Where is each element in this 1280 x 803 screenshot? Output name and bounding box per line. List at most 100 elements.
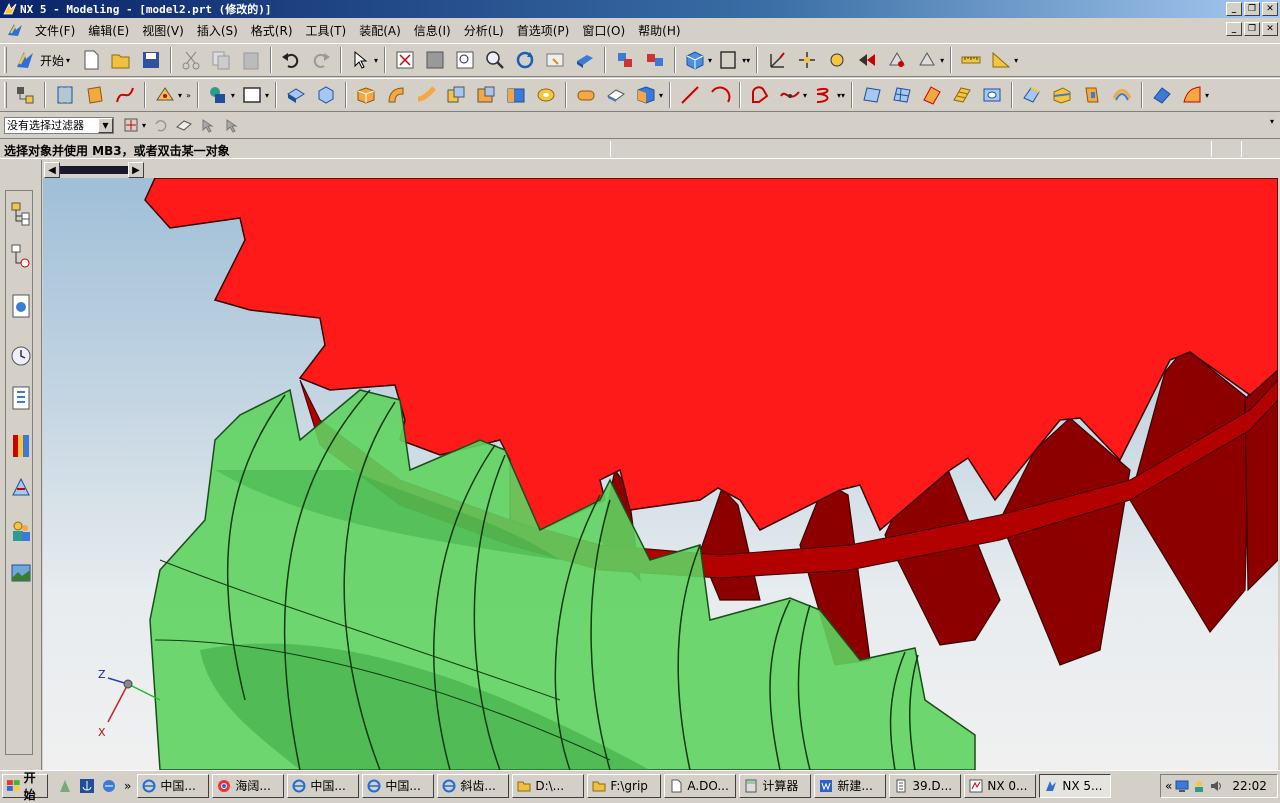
thicken-icon[interactable] — [1079, 82, 1105, 108]
chamfer-icon[interactable] — [603, 82, 629, 108]
extract-icon[interactable] — [1109, 82, 1135, 108]
menu-insert[interactable]: 插入(S) — [192, 22, 246, 39]
assembly-navigator-icon[interactable] — [9, 199, 33, 229]
ruled-icon[interactable] — [949, 82, 975, 108]
messenger-icon[interactable] — [1192, 779, 1206, 793]
task-button[interactable]: A.DO... — [664, 773, 737, 798]
model-view[interactable] — [43, 178, 1278, 770]
move-layer-icon[interactable] — [642, 47, 668, 73]
quicklaunch-browser-icon[interactable] — [99, 776, 119, 796]
helix-icon[interactable] — [811, 82, 837, 108]
selection-filter-dropdown[interactable]: 没有选择过滤器 ▼ — [4, 116, 114, 134]
render-style-icon[interactable] — [716, 47, 742, 73]
tray-expand-icon[interactable]: « — [1165, 779, 1172, 793]
basic-curves-icon[interactable] — [747, 82, 773, 108]
zoom-window-icon[interactable] — [422, 47, 448, 73]
start-menu-button[interactable]: 开始 — [2, 771, 48, 802]
document-icon[interactable] — [6, 22, 24, 38]
close-button[interactable]: ✕ — [1262, 2, 1278, 16]
task-button[interactable]: 海阔... — [212, 773, 285, 798]
spline-icon[interactable] — [777, 82, 803, 108]
copy-icon[interactable] — [208, 47, 234, 73]
swept-icon[interactable] — [383, 82, 409, 108]
cut-icon[interactable] — [178, 47, 204, 73]
minimize-button[interactable]: _ — [1226, 2, 1242, 16]
menu-format[interactable]: 格式(R) — [246, 22, 301, 39]
system-visualization-icon[interactable] — [9, 558, 33, 588]
part-navigator-tab-icon[interactable] — [9, 291, 33, 321]
constraint-navigator-icon[interactable] — [9, 241, 33, 271]
menu-assemblies[interactable]: 装配(A) — [354, 22, 409, 39]
new-file-icon[interactable] — [78, 47, 104, 73]
sketch-icon[interactable] — [52, 82, 78, 108]
menu-view[interactable]: 视图(V) — [137, 22, 192, 39]
doc-minimize-button[interactable]: _ — [1226, 22, 1242, 36]
quicklaunch-app-icon[interactable] — [55, 776, 75, 796]
face-analysis-icon[interactable] — [1149, 82, 1175, 108]
quicklaunch-more[interactable]: » — [124, 779, 131, 793]
menu-file[interactable]: 文件(F) — [30, 22, 83, 39]
line-icon[interactable] — [677, 82, 703, 108]
part-navigator-icon[interactable] — [12, 82, 38, 108]
graphics-window[interactable]: Z X — [43, 178, 1278, 770]
arc-icon[interactable] — [707, 82, 733, 108]
through-mesh-icon[interactable] — [889, 82, 915, 108]
volume-icon[interactable] — [1209, 779, 1223, 793]
task-button[interactable]: 中国... — [137, 773, 210, 798]
sketch-shape-icon[interactable] — [205, 82, 231, 108]
undo-icon[interactable] — [278, 47, 304, 73]
snap-point-icon[interactable] — [122, 116, 142, 134]
task-button[interactable]: F:\grip — [587, 773, 662, 798]
task-button[interactable]: NX 0... — [964, 773, 1037, 798]
history-icon[interactable] — [9, 341, 33, 371]
deselect-all-icon[interactable] — [174, 116, 194, 134]
curve-icon[interactable] — [112, 82, 138, 108]
measure-angle-icon[interactable] — [988, 47, 1014, 73]
revolve-icon[interactable] — [313, 82, 339, 108]
nx-app-icon[interactable] — [2, 2, 18, 16]
sew-icon[interactable] — [1019, 82, 1045, 108]
wcs-origin-icon[interactable] — [794, 47, 820, 73]
boolean-unite-icon[interactable] — [443, 82, 469, 108]
pan-icon[interactable] — [542, 47, 568, 73]
shell-icon[interactable] — [633, 82, 659, 108]
task-button[interactable]: 斜齿... — [437, 773, 510, 798]
offset-surface-icon[interactable] — [979, 82, 1005, 108]
reuse-library-icon[interactable] — [9, 383, 33, 413]
quicklaunch-anchor-icon[interactable] — [77, 776, 97, 796]
view-cube-icon[interactable] — [682, 47, 708, 73]
boolean-intersect-icon[interactable] — [503, 82, 529, 108]
task-button[interactable]: 39.D... — [889, 773, 962, 798]
network-icon[interactable] — [1175, 779, 1189, 793]
task-button[interactable]: D:\... — [512, 773, 585, 798]
palette-icon[interactable] — [9, 431, 33, 461]
shaded-view-icon[interactable] — [572, 47, 598, 73]
roles-icon[interactable] — [9, 516, 33, 546]
scroll-left-button[interactable]: ◀ — [44, 162, 60, 178]
process-studio-icon[interactable] — [9, 473, 33, 503]
datum-plane-icon[interactable] — [82, 82, 108, 108]
wcs-save-icon[interactable] — [914, 47, 940, 73]
scroll-track[interactable] — [60, 162, 128, 178]
scroll-right-button[interactable]: ▶ — [128, 162, 144, 178]
zoom-icon[interactable] — [482, 47, 508, 73]
quick-pick-icon[interactable] — [198, 116, 218, 134]
measure-distance-icon[interactable] — [958, 47, 984, 73]
menu-window[interactable]: 窗口(O) — [577, 22, 633, 39]
zoom-box-icon[interactable] — [452, 47, 478, 73]
open-folder-icon[interactable] — [108, 47, 134, 73]
start-button[interactable]: 开始 ▾ — [10, 49, 76, 71]
cursor-settings-icon[interactable] — [222, 116, 242, 134]
task-button-active[interactable]: NX 5... — [1039, 773, 1112, 798]
doc-close-button[interactable]: ✕ — [1262, 22, 1278, 36]
layer-settings-icon[interactable] — [612, 47, 638, 73]
sweep-surface-icon[interactable] — [919, 82, 945, 108]
tube-icon[interactable] — [413, 82, 439, 108]
rotate-icon[interactable] — [512, 47, 538, 73]
fit-view-icon[interactable] — [392, 47, 418, 73]
menu-information[interactable]: 信息(I) — [409, 22, 459, 39]
through-curves-icon[interactable] — [859, 82, 885, 108]
save-icon[interactable] — [138, 47, 164, 73]
menu-tools[interactable]: 工具(T) — [301, 22, 355, 39]
rectangle-icon[interactable] — [239, 82, 265, 108]
